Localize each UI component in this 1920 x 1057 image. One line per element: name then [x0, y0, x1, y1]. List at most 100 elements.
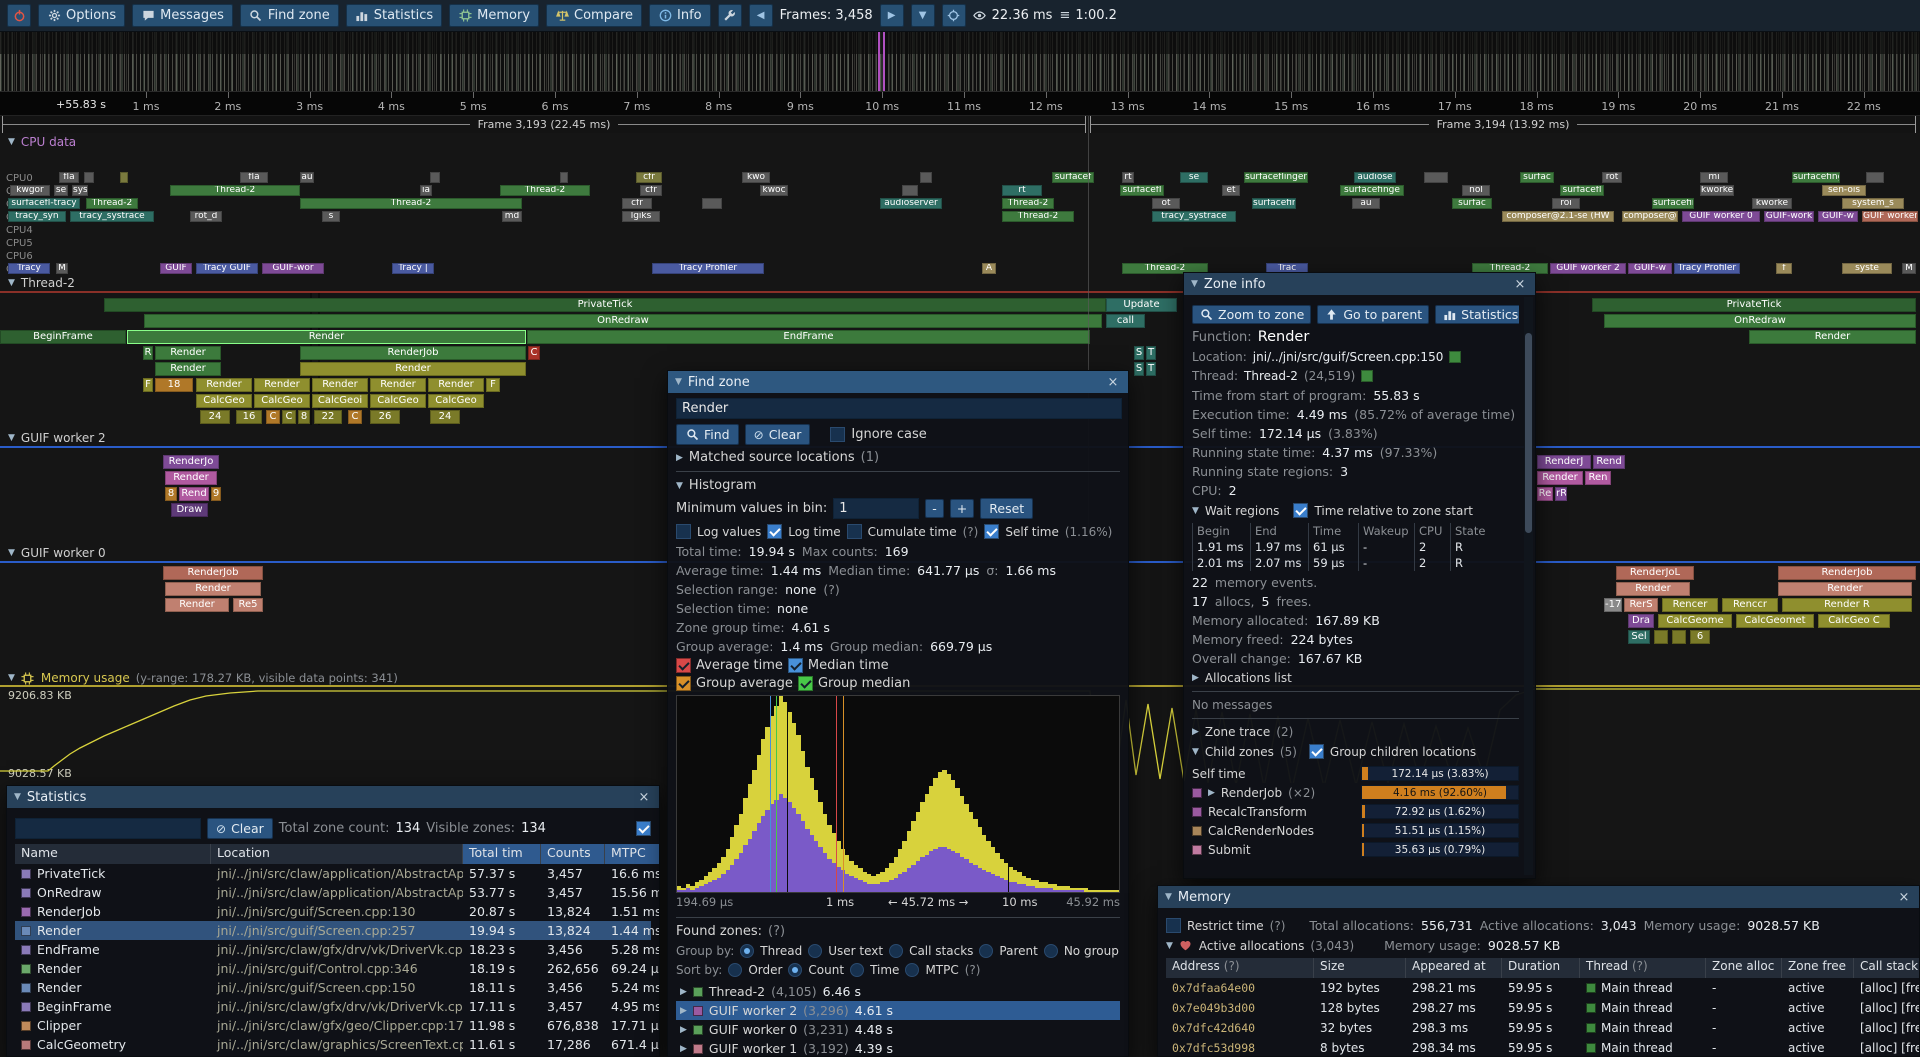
cpu-zone[interactable]: GUIF worker 2: [1550, 263, 1626, 274]
cpu-zone[interactable]: Thread-2: [1002, 211, 1074, 222]
timeline-zone[interactable]: 8: [165, 487, 177, 501]
timeline-zone[interactable]: Render: [428, 378, 484, 392]
frame-band[interactable]: Frame 3,193 (22.45 ms) Frame 3,194 (13.9…: [0, 116, 1920, 133]
timeline-zone[interactable]: 9: [211, 487, 221, 501]
log-values-checkbox[interactable]: [676, 524, 691, 539]
cpu-zone[interactable]: surfacefinge: [1252, 198, 1296, 209]
power-button[interactable]: [7, 4, 31, 27]
timeline-zone[interactable]: C: [528, 346, 540, 360]
memory-column-header[interactable]: Thread(?): [1580, 958, 1706, 978]
timeline-zone[interactable]: RenderJob: [163, 566, 263, 580]
timeline-zone[interactable]: OnRedraw: [144, 314, 1102, 328]
timeline-zone[interactable]: RenderJ: [1537, 455, 1591, 469]
statistics-row[interactable]: CalcGeometryjni/../jni/src/claw/graphics…: [15, 1035, 651, 1054]
collapse-icon[interactable]: ▼: [14, 792, 21, 802]
cpu-zone[interactable]: tracy_systrace: [1152, 211, 1236, 222]
statistics-row[interactable]: Renderjni/../jni/src/guif/Control.cpp:34…: [15, 959, 651, 978]
cpu-zone[interactable]: [1866, 172, 1884, 183]
cpu-zone[interactable]: s: [322, 211, 340, 222]
cpu-zone[interactable]: surfacefl: [1120, 185, 1164, 196]
cpu-zone[interactable]: [120, 172, 128, 183]
timeline-zone[interactable]: rR: [1555, 487, 1567, 501]
timeline-zone[interactable]: S: [1134, 346, 1144, 360]
radio-order[interactable]: [728, 963, 742, 977]
next-frame-button[interactable]: ▶: [880, 4, 904, 27]
cpu-zone[interactable]: GUIF: [160, 263, 192, 274]
collapse-icon[interactable]: ▼: [1191, 279, 1198, 289]
expand-arrow-icon[interactable]: ▶: [1192, 727, 1199, 737]
group-children-checkbox[interactable]: [1309, 744, 1324, 759]
source-link-button[interactable]: [1449, 351, 1461, 363]
window-titlebar[interactable]: ▼ Statistics ×: [7, 786, 659, 808]
cpu-zone[interactable]: rot: [1602, 172, 1622, 183]
cpu-zone[interactable]: GUIF-wor: [262, 263, 324, 274]
radio-mtpc[interactable]: [905, 963, 919, 977]
child-zone-row[interactable]: Submit35.63 μs (0.79%): [1192, 840, 1519, 859]
found-zone-group[interactable]: ▶GUIF worker 0(3,231)4.48 s: [676, 1020, 1120, 1039]
timeline-zone[interactable]: RenderJo: [163, 455, 219, 469]
timeline-zone[interactable]: Update: [1106, 298, 1177, 312]
expand-arrow-icon[interactable]: ▶: [1208, 788, 1215, 798]
cpu-zone[interactable]: rt: [1002, 185, 1042, 196]
cpu-zone[interactable]: kwo: [742, 172, 770, 183]
cpu-zone[interactable]: nol: [1462, 185, 1490, 196]
statistics-row[interactable]: BeginFramejni/../jni/src/claw/gfx/drv/vk…: [15, 997, 651, 1016]
timeline-zone[interactable]: [1672, 630, 1686, 644]
memory-column-header[interactable]: Zone free: [1782, 958, 1854, 978]
cpu-zone[interactable]: se: [54, 185, 68, 196]
legend-checkbox[interactable]: [676, 676, 691, 691]
cpu-data-header[interactable]: ▼ CPU data: [8, 135, 76, 149]
cpu-zone[interactable]: composer@: [1622, 211, 1678, 222]
timeline-zone[interactable]: CalcGeo: [254, 394, 310, 408]
memory-column-header[interactable]: Size: [1314, 958, 1406, 978]
found-zone-group[interactable]: ▶Thread-2(4,105)6.46 s: [676, 982, 1120, 1001]
ignore-case-checkbox[interactable]: [830, 427, 845, 442]
timeline-zone[interactable]: EndFrame: [527, 330, 1090, 344]
cpu-zone[interactable]: [920, 172, 932, 183]
cpu-zone[interactable]: kwgor: [10, 185, 50, 196]
memory-column-header[interactable]: Appeared at: [1406, 958, 1502, 978]
cpu-zone[interactable]: fla: [240, 172, 268, 183]
timeline-zone[interactable]: S: [1134, 362, 1144, 376]
cpu-zone[interactable]: surfac: [1520, 172, 1554, 183]
timeline-zone[interactable]: PrivateTick: [1592, 298, 1916, 312]
cpu-zone[interactable]: tracy_systrace: [70, 211, 154, 222]
timeline-zone[interactable]: Render: [196, 378, 252, 392]
compare-button[interactable]: Compare: [546, 4, 642, 27]
clear-button[interactable]: ⊘Clear: [745, 424, 811, 445]
timeline-zone[interactable]: CalcGeo: [196, 394, 252, 408]
cpu-zone[interactable]: roi: [1552, 198, 1580, 209]
time-relative-checkbox[interactable]: [1293, 503, 1308, 518]
find-zone-button[interactable]: Find zone: [240, 4, 339, 27]
restrict-time-checkbox[interactable]: [1166, 918, 1181, 933]
cpu-zone[interactable]: A: [982, 263, 996, 274]
prev-frame-button[interactable]: ◀: [749, 4, 773, 27]
cpu-zone[interactable]: Tracy Profiler: [652, 263, 764, 274]
tools-button[interactable]: [718, 4, 742, 27]
timeline-zone[interactable]: RerS: [1624, 598, 1658, 612]
timeline-zone[interactable]: Render: [165, 582, 261, 596]
timeline-zone[interactable]: Renccr: [1722, 598, 1778, 612]
options-button[interactable]: Options: [38, 4, 125, 27]
cpu-zone[interactable]: sen-ois: [1822, 185, 1866, 196]
radio-call-stacks[interactable]: [889, 944, 903, 958]
cpu-zone[interactable]: surfacefing: [1652, 198, 1694, 209]
radio-time[interactable]: [850, 963, 864, 977]
min-bin-input[interactable]: 1: [833, 498, 919, 519]
cpu-zone[interactable]: GUIF worker4: [1862, 211, 1918, 222]
cpu-zone[interactable]: [430, 172, 440, 183]
time-ruler[interactable]: +55.83 s 1 ms2 ms3 ms4 ms5 ms6 ms7 ms8 m…: [0, 92, 1920, 116]
allocation-row[interactable]: 0x7dfc53d9988 bytes298.34 ms59.95 sMain …: [1166, 1038, 1911, 1057]
info-button[interactable]: Info: [649, 4, 711, 27]
cpu-zone[interactable]: Thread-2: [1002, 198, 1054, 209]
timeline-zone[interactable]: F: [143, 378, 153, 392]
timeline-zone[interactable]: Render: [254, 378, 310, 392]
timeline-zone[interactable]: Render: [165, 598, 229, 612]
timeline-zone[interactable]: CalcGeo: [428, 394, 484, 408]
radio-user-text[interactable]: [808, 944, 822, 958]
cumulate-time-checkbox[interactable]: [847, 524, 862, 539]
increase-button[interactable]: +: [950, 499, 974, 518]
collapse-arrow-icon[interactable]: ▼: [8, 278, 15, 288]
collapse-arrow-icon[interactable]: ▼: [8, 433, 15, 443]
statistics-row[interactable]: Clipperjni/../jni/src/claw/gfx/geo/Clipp…: [15, 1016, 651, 1035]
